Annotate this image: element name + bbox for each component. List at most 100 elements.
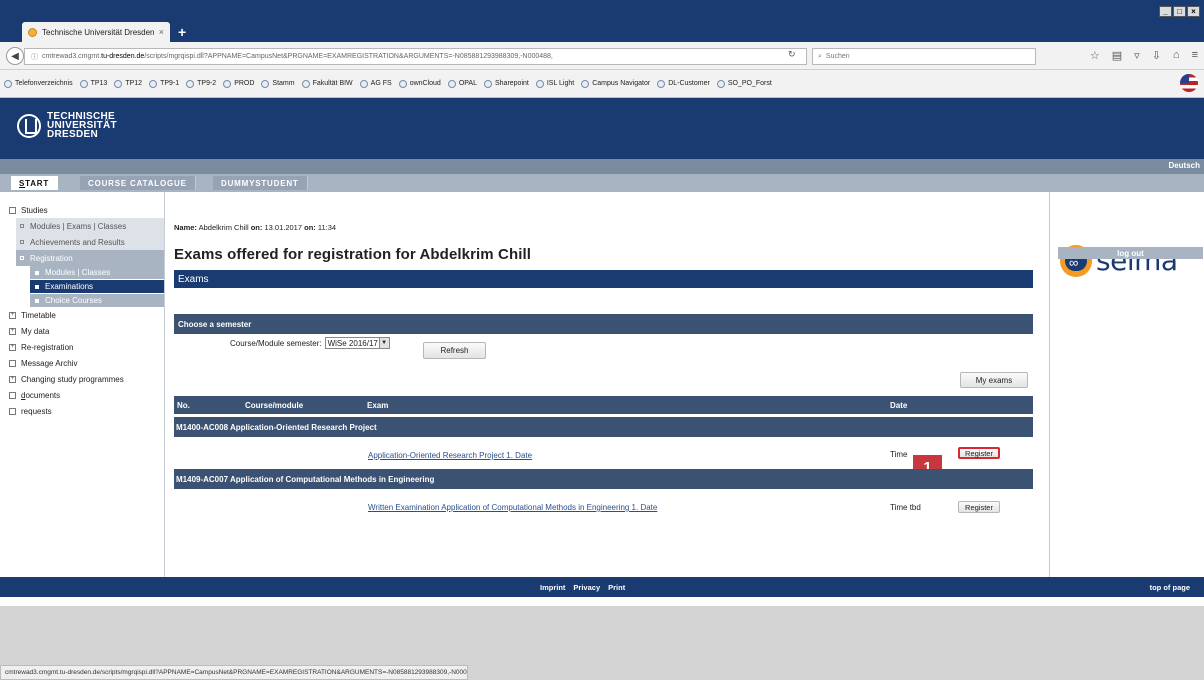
- exam-link[interactable]: Application-Oriented Research Project 1.…: [368, 451, 532, 460]
- us-flag-icon[interactable]: [1180, 74, 1198, 92]
- bookmark-item[interactable]: AG FS: [359, 79, 392, 88]
- tud-logo-mark-icon: [17, 113, 41, 138]
- bookmark-item[interactable]: Sharepoint: [483, 79, 529, 88]
- semester-select[interactable]: WiSe 2016/17 ▼: [324, 337, 390, 349]
- menu-course-catalogue[interactable]: COURSE CATALOGUE: [80, 176, 196, 190]
- bullet-icon: [35, 298, 39, 303]
- new-tab-button[interactable]: +: [178, 24, 186, 40]
- exam-table-header: No. Course/module Exam Date: [174, 396, 1033, 414]
- footer-print-link[interactable]: Print: [608, 583, 625, 592]
- bookmark-item[interactable]: TP9-2: [186, 79, 216, 88]
- sidebar-item-my-data[interactable]: + My data: [9, 327, 49, 336]
- sidebar-item-timetable[interactable]: + Timetable: [9, 311, 56, 320]
- exam-time: Time tbd: [890, 503, 921, 512]
- reading-list-icon[interactable]: ▤: [1112, 49, 1122, 62]
- tab-close-icon[interactable]: ×: [159, 27, 164, 37]
- footer-privacy-link[interactable]: Privacy: [573, 583, 600, 592]
- sidebar-item-message-archiv[interactable]: Message Archiv: [9, 359, 77, 368]
- logout-button[interactable]: log out: [1058, 247, 1203, 259]
- bullet-icon: [20, 256, 24, 260]
- expand-box-icon: +: [9, 376, 16, 383]
- box-icon: [9, 392, 16, 399]
- collapse-box-icon: [9, 207, 16, 214]
- register-button[interactable]: Register: [958, 501, 1000, 513]
- menu-dummystudent[interactable]: DUMMYSTUDENT: [213, 176, 308, 190]
- reload-icon[interactable]: ↻: [788, 49, 796, 60]
- bookmark-item[interactable]: SO_PO_Forst: [716, 79, 772, 88]
- bookmark-icon: [4, 79, 12, 88]
- bookmark-item[interactable]: DL-Customer: [657, 79, 710, 88]
- sidebar-item-re-registration[interactable]: + Re-registration: [9, 343, 73, 352]
- address-bar[interactable]: ⓘ cmtrewad3.cmgmt. tu-dresden.de/scripts/…: [24, 48, 807, 65]
- bookmark-icon: [398, 79, 407, 88]
- language-bar: Deutsch: [0, 159, 1204, 174]
- sidebar-item-registration[interactable]: Registration: [16, 250, 164, 266]
- bookmark-item[interactable]: Stamm: [261, 79, 295, 88]
- semester-select-value: WiSe 2016/17: [327, 338, 378, 348]
- bookmark-item[interactable]: TP13: [79, 79, 107, 88]
- back-arrow-icon[interactable]: ◀: [6, 47, 24, 65]
- search-placeholder: Suchen: [825, 53, 850, 60]
- bookmark-item[interactable]: TP9-1: [149, 79, 179, 88]
- maximize-button[interactable]: □: [1173, 6, 1186, 17]
- pocket-icon[interactable]: ▿: [1134, 49, 1140, 62]
- tud-favicon-icon: [28, 27, 37, 37]
- register-button[interactable]: Register: [958, 447, 1000, 459]
- exam-link[interactable]: Written Examination Application of Compu…: [368, 503, 657, 512]
- close-window-button[interactable]: ×: [1187, 6, 1200, 17]
- expand-box-icon: +: [9, 328, 16, 335]
- sidebar-item-achievements[interactable]: Achievements and Results: [16, 234, 164, 250]
- bookmark-item[interactable]: PROD: [223, 79, 254, 88]
- info-icon[interactable]: ⓘ: [31, 52, 38, 62]
- bookmark-item[interactable]: ownCloud: [398, 79, 441, 88]
- bookmark-icon: [657, 79, 666, 88]
- page-title: Exams offered for registration for Abdel…: [174, 246, 532, 263]
- minimize-button[interactable]: _: [1159, 6, 1172, 17]
- dropdown-arrow-icon[interactable]: ▼: [378, 338, 389, 348]
- downloads-icon[interactable]: ⇩: [1152, 49, 1161, 62]
- bookmark-icon: [79, 79, 88, 88]
- bookmark-icon: [447, 79, 456, 88]
- top-of-page-link[interactable]: top of page: [1150, 583, 1190, 592]
- bookmark-item[interactable]: TP12: [114, 79, 142, 88]
- sidebar: Studies Modules | Exams | Classes Achiev…: [0, 192, 165, 577]
- sidebar-item-studies[interactable]: Studies: [9, 206, 48, 215]
- bookmark-item[interactable]: OPAL: [447, 79, 477, 88]
- bookmark-star-icon[interactable]: ☆: [1090, 49, 1100, 62]
- web-page: TECHNISCHE UNIVERSITÄT DRESDEN Deutsch S…: [0, 98, 1204, 606]
- my-exams-button[interactable]: My exams: [960, 372, 1028, 388]
- refresh-button[interactable]: Refresh: [423, 342, 486, 359]
- bookmark-icon: [223, 79, 232, 88]
- exam-time: Time: [890, 450, 908, 459]
- sidebar-item-changing-programmes[interactable]: + Changing study programmes: [9, 375, 124, 384]
- semester-label: Course/Module semester:: [230, 338, 322, 348]
- sidebar-item-modules-exams-classes[interactable]: Modules | Exams | Classes: [16, 218, 164, 234]
- search-input[interactable]: ⌕ Suchen: [812, 48, 1036, 65]
- sidebar-item-reg-modules-classes[interactable]: Modules | Classes: [30, 266, 164, 279]
- browser-tab[interactable]: Technische Universität Dresden ×: [22, 22, 170, 42]
- sidebar-item-requests[interactable]: requests: [9, 407, 52, 416]
- column-no: No.: [177, 401, 190, 410]
- sidebar-item-documents[interactable]: d ocuments: [9, 391, 60, 400]
- column-exam: Exam: [367, 401, 389, 410]
- hamburger-menu-icon[interactable]: ≡: [1192, 49, 1198, 62]
- bookmark-item[interactable]: Telefonverzeichnis: [4, 79, 73, 88]
- module-group-row: M1400-AC008 Application-Oriented Researc…: [174, 417, 1033, 437]
- sidebar-item-examinations[interactable]: Examinations: [30, 280, 164, 293]
- browser-tab-title: Technische Universität Dresden: [42, 27, 155, 37]
- tud-header: TECHNISCHE UNIVERSITÄT DRESDEN: [0, 98, 1204, 159]
- bookmark-item[interactable]: ISL Light: [535, 79, 574, 88]
- menu-start[interactable]: S TART: [11, 176, 59, 190]
- footer-imprint-link[interactable]: Imprint: [540, 583, 565, 592]
- language-link-deutsch[interactable]: Deutsch: [1168, 161, 1200, 170]
- toolbar-icons: ☆ ▤ ▿ ⇩ ⌂ ≡: [1090, 49, 1198, 62]
- url-path: /scripts/mgrqispi.dll?APPNAME=CampusNet&…: [144, 53, 553, 60]
- column-course: Course/module: [245, 401, 304, 410]
- bookmark-item[interactable]: Fakultät BIW: [301, 79, 353, 88]
- bookmark-icon: [483, 79, 492, 88]
- tud-logo[interactable]: TECHNISCHE UNIVERSITÄT DRESDEN: [17, 112, 117, 140]
- home-icon[interactable]: ⌂: [1173, 49, 1180, 62]
- sidebar-item-choice-courses[interactable]: Choice Courses: [30, 294, 164, 307]
- column-date: Date: [890, 401, 908, 410]
- bookmark-item[interactable]: Campus Navigator: [581, 79, 650, 88]
